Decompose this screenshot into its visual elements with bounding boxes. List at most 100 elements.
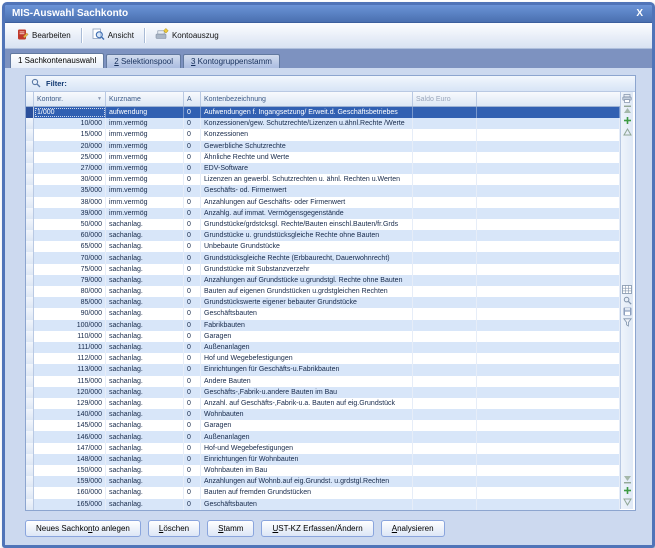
cell-saldo [413,219,477,230]
cell-rest [477,118,620,129]
neues-sachkonto-anlegen-button[interactable]: Neues Sachkonto anlegen [25,520,141,537]
table-row[interactable]: 35/000imm.vermög0Geschäfts- od. Firmenwe… [26,185,620,196]
bearbeiten-button[interactable]: Bearbeiten [10,25,77,46]
table-row[interactable]: 27/000imm.vermög0EDV-Software [26,163,620,174]
grid-icon[interactable] [622,284,633,295]
cell-sel [26,431,34,442]
column-header-a[interactable]: A [184,92,201,106]
column-header-kontenbezeichnung[interactable]: Kontenbezeichnung [201,92,413,106]
column-header-empty[interactable] [477,92,620,106]
table-row[interactable]: 90/000sachanlag.0Geschäftsbauten [26,308,620,319]
add-icon[interactable] [622,115,633,126]
cell-rest [477,320,620,331]
filter-funnel-icon[interactable] [622,317,633,328]
table-row[interactable]: 147/000sachanlag.0Hof-und Wegebefestigun… [26,443,620,454]
printer-icon[interactable] [622,93,633,104]
cell-kurz: sachanlag. [106,364,184,375]
table-row[interactable]: 150/000sachanlag.0Wohnbauten im Bau [26,465,620,476]
cell-bez: Wohnbauten [201,409,413,420]
table-row[interactable]: 120/000sachanlag.0Geschäfts-,Fabrik-u.an… [26,387,620,398]
table-row[interactable]: 115/000sachanlag.0Andere Bauten [26,376,620,387]
ust-kz-erfassen-aendern-button[interactable]: UST-KZ Erfassen/Ändern [261,520,373,537]
tab-sachkontenauswahl[interactable]: 1 Sachkontenauswahl [10,53,104,68]
cell-bez: Grundstücksgleiche Rechte (Erbbaurecht, … [201,252,413,263]
loeschen-button[interactable]: Löschen [148,520,200,537]
cell-nr: 110/000 [34,331,106,342]
kontoauszug-button[interactable]: Kontoauszug [149,25,225,46]
column-header-kontonr[interactable]: Kontonr. [34,92,106,106]
scroll-top-icon[interactable] [622,104,633,115]
cell-rest [477,308,620,319]
table-row[interactable]: 140/000sachanlag.0Wohnbauten [26,409,620,420]
cell-a: 0 [184,185,201,196]
table-row[interactable]: 112/000sachanlag.0Hof und Wegebefestigun… [26,353,620,364]
column-header-kurzname[interactable]: Kurzname [106,92,184,106]
scroll-up-icon[interactable] [622,126,633,137]
table-row[interactable]: 25/000imm.vermög0Ähnliche Rechte und Wer… [26,152,620,163]
add-icon[interactable] [622,485,633,496]
close-button[interactable]: X [634,8,645,19]
cell-rest [477,241,620,252]
cell-rest [477,398,620,409]
table-row[interactable]: 39/000imm.vermög0Anzahlg. auf immat. Ver… [26,208,620,219]
ansicht-button[interactable]: Ansicht [86,25,140,46]
column-header-saldo-euro[interactable]: Saldo Euro [413,92,477,106]
cell-sel [26,208,34,219]
cell-sel [26,465,34,476]
filter-row[interactable]: Filter: [26,76,635,92]
tab-selektionspool[interactable]: 2 Selektionspool [106,54,181,68]
table-row[interactable]: 15/000imm.vermög0Konzessionen [26,129,620,140]
table-row[interactable]: 85/000sachanlag.0Grundstückswerte eigene… [26,297,620,308]
table-row[interactable]: 20/000imm.vermög0Gewerbliche Schutzrecht… [26,141,620,152]
cell-nr: 148/000 [34,454,106,465]
cell-nr: 147/000 [34,443,106,454]
cell-nr: 70/000 [34,252,106,263]
cell-saldo [413,431,477,442]
cell-sel [26,454,34,465]
scroll-bottom-icon[interactable] [622,474,633,485]
table-row[interactable]: 79/000sachanlag.0Anzahlungen auf Grundst… [26,275,620,286]
search-icon[interactable] [622,295,633,306]
cell-nr: 112/000 [34,353,106,364]
table-row[interactable]: 113/000sachanlag.0Einrichtungen für Gesc… [26,364,620,375]
tab-kontogruppenstamm[interactable]: 3 Kontogruppenstamm [183,54,280,68]
table-row[interactable]: 60/000sachanlag.0Grundstücke u. grundstü… [26,230,620,241]
table-row[interactable]: 38/000imm.vermög0Anzahlungen auf Geschäf… [26,197,620,208]
table-row[interactable]: 50/000sachanlag.0Grundstücke/grdstcksgl.… [26,219,620,230]
table-row[interactable]: 145/000sachanlag.0Garagen [26,420,620,431]
save-icon[interactable] [622,306,633,317]
cell-bez: Hof-und Wegebefestigungen [201,443,413,454]
table-row[interactable]: 165/000sachanlag.0Geschäftsbauten [26,499,620,510]
cell-saldo [413,208,477,219]
cell-nr: 159/000 [34,476,106,487]
table-row[interactable]: 70/000sachanlag.0Grundstücksgleiche Rech… [26,252,620,263]
table-row[interactable]: 100/000sachanlag.0Fabrikbauten [26,320,620,331]
table-row[interactable]: 111/000sachanlag.0Außenanlagen [26,342,620,353]
table-row[interactable]: 80/000sachanlag.0Bauten auf eigenen Grun… [26,286,620,297]
cell-bez: Konzessionen/gew. Schutzrechte/Lizenzen … [201,118,413,129]
table-row[interactable]: 1/000aufwendung0Aufwendungen f. Ingangse… [26,107,620,118]
cell-sel [26,387,34,398]
cell-rest [477,197,620,208]
window-title: MIS-Auswahl Sachkonto [12,8,128,19]
table-row[interactable]: 148/000sachanlag.0Einrichtungen für Wohn… [26,454,620,465]
table-row[interactable]: 146/000sachanlag.0Außenanlagen [26,431,620,442]
cell-a: 0 [184,174,201,185]
table-row[interactable]: 10/000imm.vermög0Konzessionen/gew. Schut… [26,118,620,129]
table-row[interactable]: 75/000sachanlag.0Grundstücke mit Substan… [26,264,620,275]
stamm-button[interactable]: Stamm [207,520,254,537]
scroll-down-icon[interactable] [622,496,633,507]
cell-kurz: sachanlag. [106,320,184,331]
tab-strip: 1 Sachkontenauswahl2 Selektionspool3 Kon… [5,49,652,68]
cell-a: 0 [184,387,201,398]
table-row[interactable]: 160/000sachanlag.0Bauten auf fremden Gru… [26,487,620,498]
cell-sel [26,275,34,286]
table-row[interactable]: 159/000sachanlag.0Anzahlungen auf Wohnb.… [26,476,620,487]
cell-saldo [413,163,477,174]
cell-kurz: sachanlag. [106,230,184,241]
table-row[interactable]: 30/000imm.vermög0Lizenzen an gewerbl. Sc… [26,174,620,185]
analysieren-button[interactable]: Analysieren [381,520,445,537]
table-row[interactable]: 129/000sachanlag.0Anzahl. auf Geschäfts-… [26,398,620,409]
table-row[interactable]: 65/000sachanlag.0Unbebaute Grundstücke [26,241,620,252]
table-row[interactable]: 110/000sachanlag.0Garagen [26,331,620,342]
